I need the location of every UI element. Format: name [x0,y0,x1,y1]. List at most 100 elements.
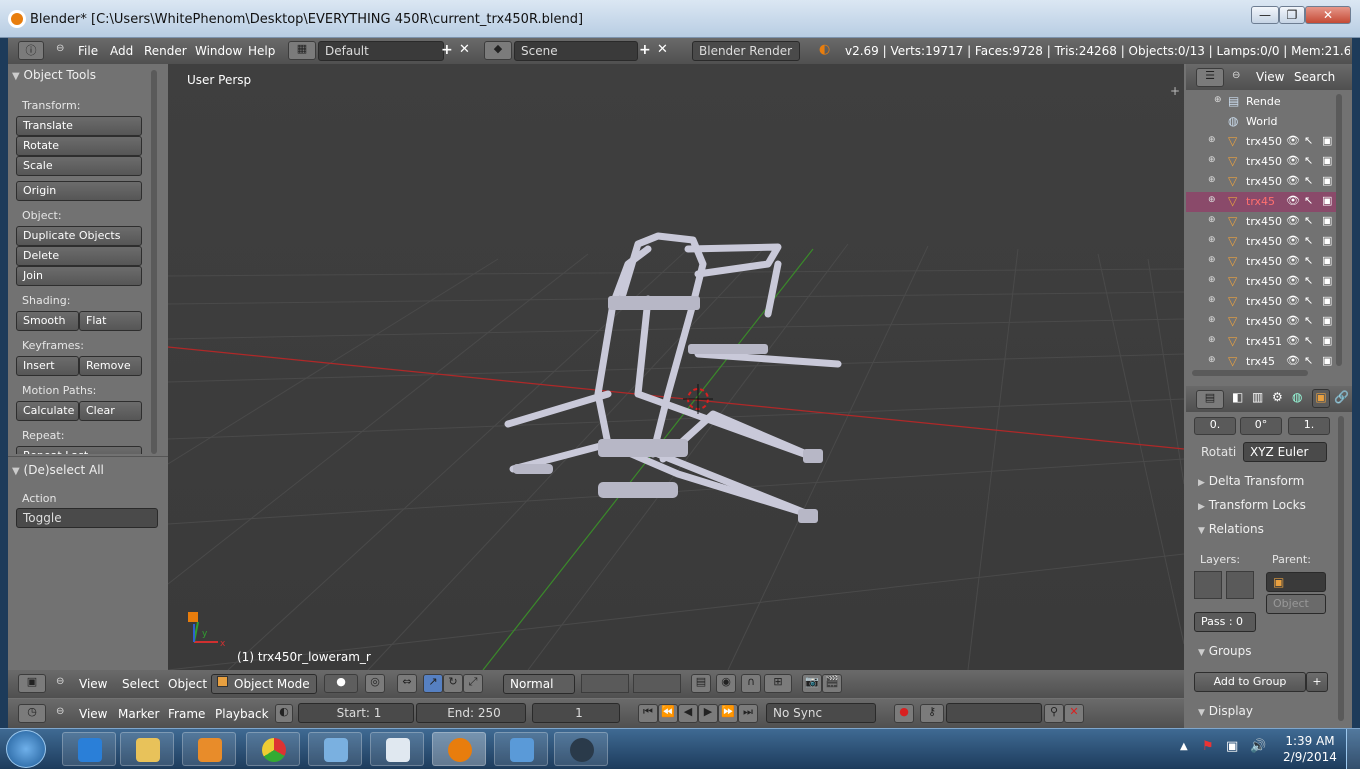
delete-screen-icon[interactable]: ✕ [459,42,470,57]
visibility-eye-icon[interactable]: 👁 [1286,194,1300,207]
menu-search[interactable]: Search [1294,70,1335,84]
snap-element-icon[interactable]: ⊞ [764,674,792,693]
object-layers-grid-a[interactable] [1194,571,1222,599]
renderability-camera-icon[interactable]: ▣ [1322,334,1332,347]
menu-object[interactable]: Object [168,677,207,691]
active-keying-set-field[interactable] [946,703,1042,723]
clock-date[interactable]: 2/9/2014 [1280,750,1340,764]
outliner-row[interactable]: ⊕ ▽ trx450 👁 ↖ ▣ [1186,312,1336,332]
delete-scene-icon[interactable]: ✕ [657,42,668,57]
selectability-cursor-icon[interactable]: ↖ [1304,354,1313,367]
expand-toggle-icon[interactable]: ⊕ [1208,295,1216,305]
rotation-mode-dropdown[interactable]: XYZ Euler [1243,442,1327,462]
renderability-camera-icon[interactable]: ▣ [1322,294,1332,307]
3d-viewport[interactable]: x y User Persp (1) trx450r_loweram_r + [168,64,1184,670]
smooth-button[interactable]: Smooth [16,311,79,331]
renderability-camera-icon[interactable]: ▣ [1322,174,1332,187]
action-dropdown[interactable]: Toggle [16,508,158,528]
start-frame-field[interactable]: Start: 1 [298,703,414,723]
taskbar-chrome[interactable] [246,732,300,766]
visibility-eye-icon[interactable]: 👁 [1286,314,1300,327]
viewport-shading-icon[interactable]: ● [324,674,358,693]
expand-toggle-icon[interactable]: ⊕ [1208,315,1216,325]
flat-button[interactable]: Flat [79,311,142,331]
pivot-point-icon[interactable]: ◎ [365,674,385,693]
menu-help[interactable]: Help [248,44,275,58]
groups-panel-header[interactable]: ▼ Groups [1198,644,1252,658]
expand-toggle-icon[interactable]: ⊕ [1208,195,1216,205]
scene-tab-icon[interactable]: ⚙ [1272,390,1286,407]
selectability-cursor-icon[interactable]: ↖ [1304,174,1313,187]
outliner-row[interactable]: ⊕ ▤ Rende [1186,92,1336,112]
outliner-row[interactable]: ⊕ ▽ trx45 👁 ↖ ▣ [1186,192,1336,212]
display-panel-header[interactable]: ▼ Display [1198,704,1253,718]
add-screen-icon[interactable]: + [441,42,453,58]
editor-type-properties-icon[interactable]: ▤ [1196,390,1224,409]
expand-toggle-icon[interactable]: ⊕ [1208,255,1216,265]
action-center-icon[interactable]: ⚑ [1202,739,1214,754]
scale-button[interactable]: Scale [16,156,142,176]
new-group-icon[interactable]: + [1306,672,1328,692]
close-button[interactable]: ✕ [1305,6,1351,24]
outliner-row[interactable]: ⊕ ▽ trx450 👁 ↖ ▣ [1186,292,1336,312]
editor-type-info-icon[interactable]: ⓘ [18,41,44,60]
editor-type-timeline-icon[interactable]: ◷ [18,704,46,723]
collapse-menu-icon[interactable]: ⊖ [56,43,64,54]
visibility-eye-icon[interactable]: 👁 [1286,294,1300,307]
menu-view[interactable]: View [79,707,107,721]
expand-toggle-icon[interactable]: ⊕ [1208,135,1216,145]
selectability-cursor-icon[interactable]: ↖ [1304,154,1313,167]
properties-scrollbar[interactable] [1338,416,1344,721]
outliner-row[interactable]: ⊕ ▽ trx450 👁 ↖ ▣ [1186,212,1336,232]
editor-type-3d-view-icon[interactable]: ▣ [18,674,46,693]
world-tab-icon[interactable]: ◍ [1292,390,1306,407]
auto-keying-record-icon[interactable]: ● [894,704,914,723]
selectability-cursor-icon[interactable]: ↖ [1304,254,1313,267]
network-icon[interactable]: ▣ [1226,739,1238,754]
menu-playback[interactable]: Playback [215,707,269,721]
renderability-camera-icon[interactable]: ▣ [1322,254,1332,267]
end-frame-field[interactable]: End: 250 [416,703,526,723]
collapse-menu-icon[interactable]: ⊖ [1232,70,1240,81]
clock-time[interactable]: 1:39 AM [1284,734,1336,748]
menu-window[interactable]: Window [195,44,242,58]
jump-end-icon[interactable]: ⏭ [738,704,758,723]
menu-render[interactable]: Render [144,44,187,58]
selectability-cursor-icon[interactable]: ↖ [1304,334,1313,347]
visibility-eye-icon[interactable]: 👁 [1286,214,1300,227]
transform-orientation-dropdown[interactable]: Normal [503,674,575,694]
editor-type-outliner-icon[interactable]: ☰ [1196,68,1224,87]
outliner-row[interactable]: ⊕ ▽ trx450 👁 ↖ ▣ [1186,232,1336,252]
proportional-edit-icon[interactable]: ◉ [716,674,736,693]
outliner-row[interactable]: ⊕ ▽ trx450 👁 ↖ ▣ [1186,152,1336,172]
expand-toggle-icon[interactable]: ⊕ [1214,95,1222,105]
menu-frame[interactable]: Frame [168,707,205,721]
sync-mode-dropdown[interactable]: No Sync [766,703,876,723]
duplicate-objects-button[interactable]: Duplicate Objects [16,226,142,246]
next-keyframe-icon[interactable]: ⏩ [718,704,738,723]
object-tools-panel-header[interactable]: ▼ Object Tools [12,68,150,90]
visibility-eye-icon[interactable]: 👁 [1286,134,1300,147]
maximize-button[interactable]: ❐ [1279,6,1305,24]
renderability-camera-icon[interactable]: ▣ [1322,274,1332,287]
menu-marker[interactable]: Marker [118,707,159,721]
rotation-x-field[interactable]: 0. [1194,417,1236,435]
add-scene-icon[interactable]: + [639,42,651,58]
expand-toggle-icon[interactable]: ⊕ [1208,235,1216,245]
selectability-cursor-icon[interactable]: ↖ [1304,314,1313,327]
join-button[interactable]: Join [16,266,142,286]
play-reverse-icon[interactable]: ◀ [678,704,698,723]
renderability-camera-icon[interactable]: ▣ [1322,154,1332,167]
delete-keyframe-icon[interactable]: ✕ [1064,704,1084,723]
tool-shelf-scrollbar[interactable] [151,70,157,454]
insert-keyframe-button[interactable]: Insert [16,356,79,376]
delete-button[interactable]: Delete [16,246,142,266]
renderability-camera-icon[interactable]: ▣ [1322,194,1332,207]
preview-range-icon[interactable]: ◐ [275,704,293,723]
renderability-camera-icon[interactable]: ▣ [1322,134,1332,147]
collapse-menu-icon[interactable]: ⊖ [56,706,64,717]
menu-view[interactable]: View [1256,70,1284,84]
properties-toggle-icon[interactable]: + [1170,84,1180,98]
origin-button[interactable]: Origin [16,181,142,201]
insert-keyframe-icon[interactable]: ⚲ [1044,704,1064,723]
